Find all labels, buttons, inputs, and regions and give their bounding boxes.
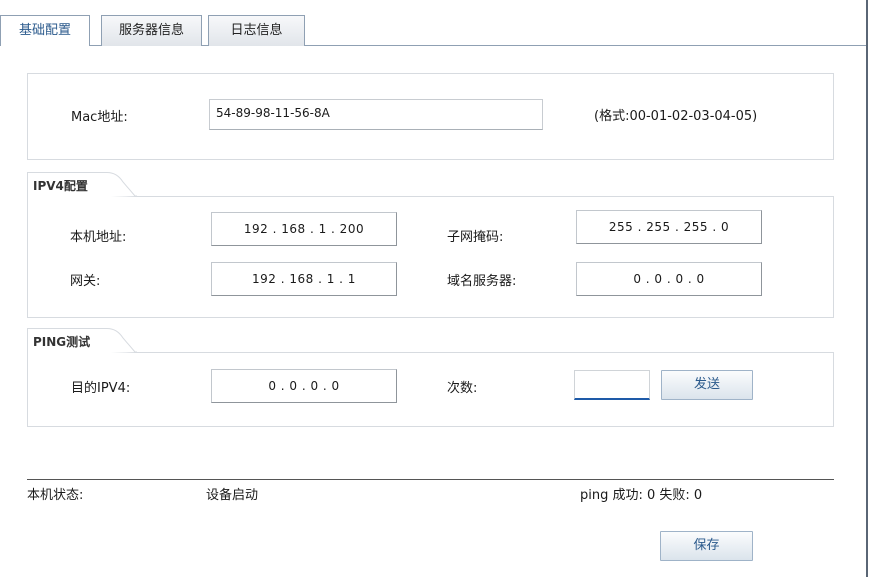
save-button[interactable]: 保存 [660,531,753,561]
dns-input[interactable]: 0 . 0 . 0 . 0 [576,262,762,296]
ping-section-tab: PING测试 [27,328,137,356]
ping-target-label: 目的IPV4: [71,381,131,396]
send-button[interactable]: 发送 [661,370,753,400]
subnet-mask-label: 子网掩码: [447,230,504,245]
gateway-input[interactable]: 192 . 168 . 1 . 1 [211,262,397,296]
status-value: 设备启动 [206,488,259,503]
ipv4-section-title: IPV4配置 [33,179,88,193]
subnet-mask-input[interactable]: 255 . 255 . 255 . 0 [576,210,762,244]
ipv4-section-tab: IPV4配置 [27,172,137,200]
config-window: 基础配置 服务器信息 日志信息 Mac地址: 54-89-98-11-56-8A… [0,0,887,577]
window-right-margin [868,0,887,577]
mac-label: Mac地址: [71,110,128,125]
local-ip-label: 本机地址: [70,230,127,245]
ping-count-input[interactable] [574,370,650,400]
ping-result: ping 成功: 0 失败: 0 [580,488,703,503]
mac-input[interactable]: 54-89-98-11-56-8A [209,99,543,130]
tab-basic-config[interactable]: 基础配置 [0,15,90,47]
tab-bar: 基础配置 服务器信息 日志信息 [0,0,866,47]
tab-server-info[interactable]: 服务器信息 [101,15,202,46]
gateway-label: 网关: [70,274,101,289]
ping-section-title: PING测试 [33,335,91,349]
local-ip-input[interactable]: 192 . 168 . 1 . 200 [211,212,397,246]
ping-target-input[interactable]: 0 . 0 . 0 . 0 [211,369,397,403]
ping-count-label: 次数: [447,381,478,396]
status-divider [27,479,834,480]
mac-format-hint: (格式:00-01-02-03-04-05) [594,109,758,124]
status-label: 本机状态: [27,488,84,503]
tab-log-info[interactable]: 日志信息 [208,15,305,46]
dns-label: 域名服务器: [447,274,517,289]
